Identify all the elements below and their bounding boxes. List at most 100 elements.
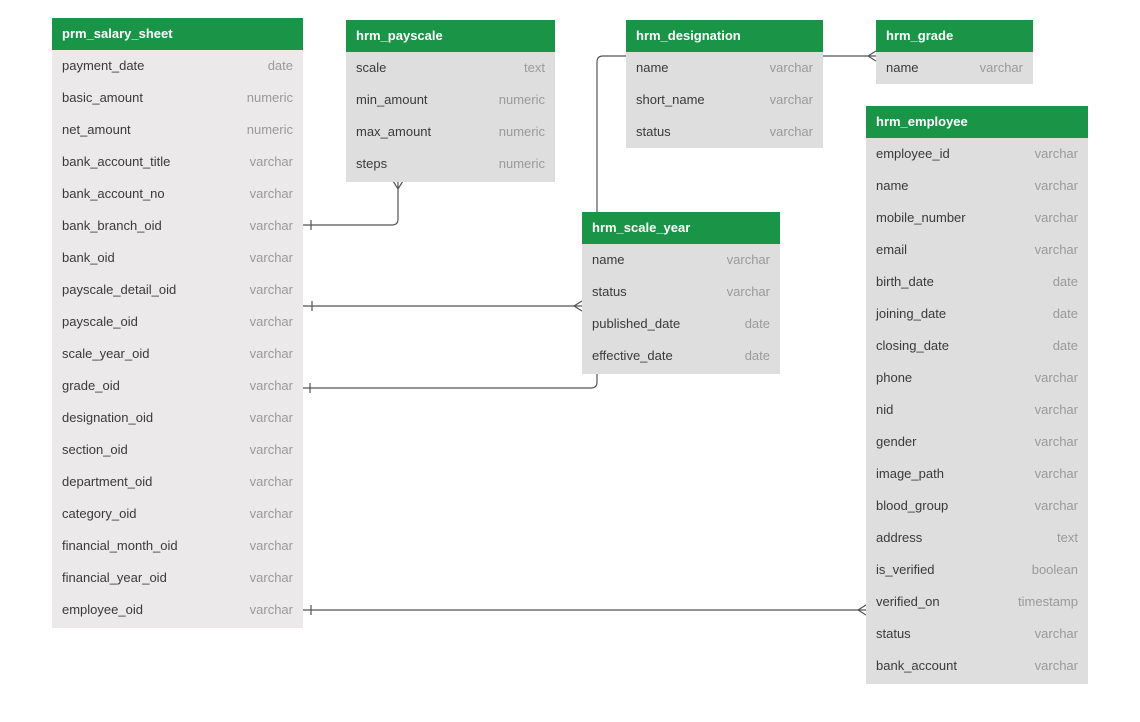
field-name: name: [592, 252, 625, 267]
field-name: payment_date: [62, 58, 145, 73]
field-row: short_name varchar: [626, 84, 823, 116]
field-type: varchar: [1034, 498, 1078, 513]
field-name: image_path: [876, 466, 944, 481]
field-row: status varchar: [626, 116, 823, 148]
field-type: varchar: [249, 314, 293, 329]
field-row: name varchar: [626, 52, 823, 84]
field-type: numeric: [246, 90, 293, 105]
link-designation-scaleyear: [596, 55, 626, 212]
crow-foot-scaleyear: [572, 300, 583, 312]
field-type: varchar: [1034, 146, 1078, 161]
field-name: name: [876, 178, 909, 193]
field-row: name varchar: [876, 52, 1033, 84]
field-name: financial_month_oid: [62, 538, 178, 553]
field-name: email: [876, 242, 908, 257]
field-type: numeric: [246, 122, 293, 137]
field-type: text: [1057, 530, 1078, 545]
field-type: varchar: [1034, 178, 1078, 193]
field-row: bank_account_no varchar: [52, 178, 303, 210]
field-type: varchar: [726, 252, 770, 267]
field-type: varchar: [249, 154, 293, 169]
field-name: name: [886, 60, 919, 75]
field-type: varchar: [249, 410, 293, 425]
field-name: basic_amount: [62, 90, 143, 105]
field-name: section_oid: [62, 442, 128, 457]
crow-foot-employee: [856, 604, 867, 616]
crow-foot-grade: [866, 50, 877, 62]
field-name: nid: [876, 402, 894, 417]
field-name: mobile_number: [876, 210, 966, 225]
field-name: department_oid: [62, 474, 153, 489]
field-row: joining_date date: [866, 298, 1088, 330]
field-name: is_verified: [876, 562, 935, 577]
field-name: scale: [356, 60, 387, 75]
field-type: varchar: [249, 250, 293, 265]
field-type: date: [1052, 306, 1078, 321]
field-row: payscale_oid varchar: [52, 306, 303, 338]
field-name: designation_oid: [62, 410, 154, 425]
field-row: bank_account_title varchar: [52, 146, 303, 178]
field-type: varchar: [1034, 466, 1078, 481]
field-type: date: [744, 316, 770, 331]
field-name: blood_group: [876, 498, 949, 513]
field-row: phone varchar: [866, 362, 1088, 394]
field-name: gender: [876, 434, 917, 449]
field-row: closing_date date: [866, 330, 1088, 362]
field-row: department_oid varchar: [52, 466, 303, 498]
field-name: scale_year_oid: [62, 346, 150, 361]
field-type: varchar: [249, 506, 293, 521]
field-type: varchar: [726, 284, 770, 299]
field-type: varchar: [769, 60, 813, 75]
field-name: effective_date: [592, 348, 673, 363]
field-type: numeric: [498, 156, 545, 171]
entity-title: prm_salary_sheet: [52, 18, 303, 50]
entity-prm-salary-sheet[interactable]: prm_salary_sheet payment_date date basic_a…: [52, 18, 303, 628]
field-row: is_verified boolean: [866, 554, 1088, 586]
entity-hrm-employee[interactable]: hrm_employee employee_id varchar name varch…: [866, 106, 1088, 684]
entity-hrm-scale-year[interactable]: hrm_scale_year name varchar status varchar p…: [582, 212, 780, 374]
field-name: employee_oid: [62, 602, 143, 617]
field-type: date: [744, 348, 770, 363]
entity-hrm-payscale[interactable]: hrm_payscale scale text min_amount numeric m…: [346, 20, 555, 182]
field-type: varchar: [249, 538, 293, 553]
field-row: financial_month_oid varchar: [52, 530, 303, 562]
field-row: verified_on timestamp: [866, 586, 1088, 618]
field-type: timestamp: [1018, 594, 1078, 609]
field-row: bank_branch_oid varchar: [52, 210, 303, 242]
field-name: status: [592, 284, 627, 299]
field-name: bank_account: [876, 658, 957, 673]
field-name: payscale_detail_oid: [62, 282, 177, 297]
field-name: status: [876, 626, 911, 641]
field-row: payment_date date: [52, 50, 303, 82]
field-name: status: [636, 124, 671, 139]
field-row: grade_oid varchar: [52, 370, 303, 402]
field-list: scale text min_amount numeric max_amount nume…: [346, 52, 555, 182]
field-row: bank_account varchar: [866, 650, 1088, 682]
field-name: short_name: [636, 92, 705, 107]
field-row: status varchar: [582, 276, 780, 308]
field-type: varchar: [979, 60, 1023, 75]
entity-title: hrm_designation: [626, 20, 823, 52]
field-type: numeric: [498, 92, 545, 107]
field-type: varchar: [1034, 402, 1078, 417]
entity-title: hrm_payscale: [346, 20, 555, 52]
entity-hrm-designation[interactable]: hrm_designation name varchar short_name var…: [626, 20, 823, 148]
field-type: varchar: [1034, 434, 1078, 449]
field-row: gender varchar: [866, 426, 1088, 458]
field-row: address text: [866, 522, 1088, 554]
field-row: name varchar: [582, 244, 780, 276]
field-row: name varchar: [866, 170, 1088, 202]
field-row: effective_date date: [582, 340, 780, 372]
field-type: date: [267, 58, 293, 73]
entity-hrm-grade[interactable]: hrm_grade name varchar: [876, 20, 1033, 84]
field-type: varchar: [1034, 626, 1078, 641]
field-type: numeric: [498, 124, 545, 139]
field-row: scale_year_oid varchar: [52, 338, 303, 370]
entity-title: hrm_employee: [866, 106, 1088, 138]
field-name: birth_date: [876, 274, 934, 289]
field-row: scale text: [346, 52, 555, 84]
field-row: payscale_detail_oid varchar: [52, 274, 303, 306]
field-name: steps: [356, 156, 388, 171]
field-type: varchar: [769, 124, 813, 139]
field-list: payment_date date basic_amount numeric net_a…: [52, 50, 303, 628]
